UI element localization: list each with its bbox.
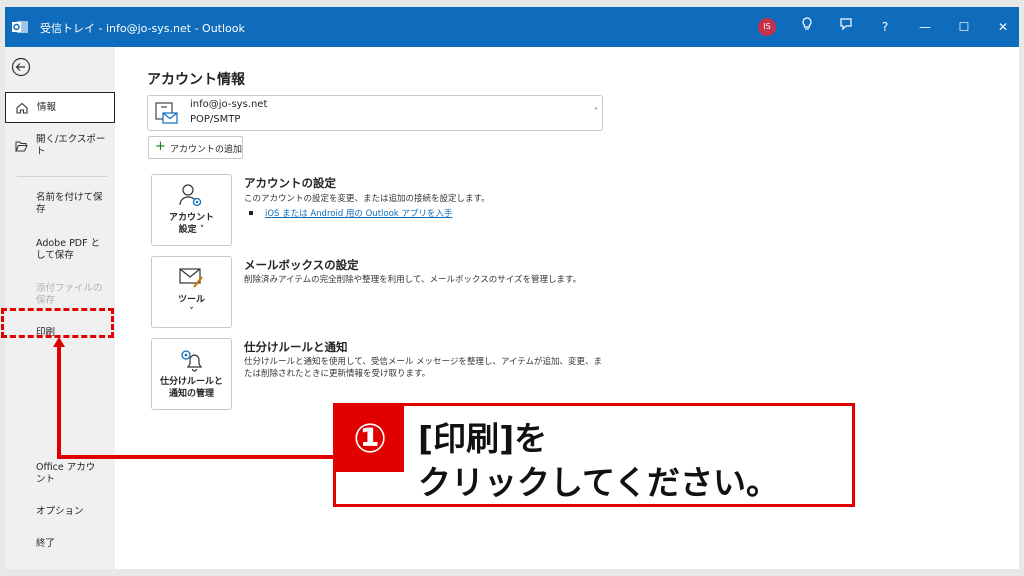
help-button[interactable]: ? (875, 17, 895, 37)
section-title: 仕分けルールと通知 (244, 340, 348, 354)
tile-label: 仕分けルールと (159, 377, 223, 387)
annotation-arrow-line (57, 345, 61, 459)
account-type: POP/SMTP (190, 114, 241, 125)
lightbulb-icon[interactable] (797, 17, 817, 37)
section-description: 削除済みアイテムの完全削除や整理を利用して、メールボックスのサイズを管理します。 (244, 275, 582, 285)
plus-icon: + (155, 139, 166, 154)
tile-label: ツール (177, 295, 205, 305)
sidebar-item-label: 終了 (36, 538, 56, 549)
mailbox-account-icon (155, 102, 178, 124)
tile-label: 設定 ˅ (178, 225, 205, 235)
minimize-button[interactable]: — (915, 17, 935, 37)
manage-rules-alerts-button[interactable]: 仕分けルールと 通知の管理 (151, 338, 232, 410)
tools-button[interactable]: ツール ˅ (151, 256, 232, 328)
section-description: 仕分けルールと通知を使用して、受信メール メッセージを整理し、アイテムが追加、変… (244, 357, 603, 379)
title-bar: 受信トレイ - info@jo-sys.net - Outlook IS ? —… (5, 7, 1019, 47)
account-settings-icon (179, 184, 202, 207)
sidebar-item-label: 開く/エクスポート (36, 134, 106, 157)
sidebar-item-open-export[interactable]: 開く/エクスポート (5, 131, 115, 165)
get-outlook-mobile-link[interactable]: iOS または Android 用の Outlook アプリを入手 (265, 207, 452, 219)
sidebar-item-exit[interactable]: 終了 (5, 534, 115, 558)
user-avatar[interactable]: IS (758, 18, 776, 36)
folder-open-icon (15, 141, 28, 152)
callout-line2: クリックしてください。 (418, 463, 780, 502)
sidebar-item-label: 名前を付けて保存 (36, 192, 103, 215)
maximize-button[interactable]: ☐ (954, 17, 974, 37)
mailbox-tools-icon (179, 268, 203, 288)
close-button[interactable]: ✕ (993, 17, 1013, 37)
sidebar-item-label: オプション (36, 506, 84, 517)
annotation-arrow-line (57, 455, 337, 459)
feedback-icon[interactable] (836, 17, 856, 37)
sidebar-divider (17, 176, 107, 177)
sidebar-item-save-attachments: 添付ファイルの保存 (5, 280, 115, 310)
sidebar-item-office-account[interactable]: Office アカウント (5, 459, 115, 489)
rules-alerts-icon (181, 350, 203, 372)
sidebar-item-label: 添付ファイルの保存 (36, 283, 103, 306)
section-description: このアカウントの設定を変更、または追加の接続を設定します。 (244, 194, 490, 204)
sidebar-item-label: Adobe PDF として保存 (36, 238, 101, 261)
window-title: 受信トレイ - info@jo-sys.net - Outlook (40, 22, 245, 35)
tile-label: アカウント (168, 213, 214, 223)
sidebar-item-options[interactable]: オプション (5, 502, 115, 526)
outlook-app-icon (12, 21, 28, 33)
instruction-callout: ① [印刷]を クリックしてください。 (333, 403, 855, 507)
chevron-down-icon: ˅ (594, 107, 598, 116)
step-number-badge: ① (336, 406, 404, 472)
sidebar-item-label: 情報 (37, 102, 57, 113)
section-title: メールボックスの設定 (244, 258, 359, 272)
sidebar-item-info[interactable]: 情報 (5, 92, 115, 123)
home-icon (16, 102, 28, 114)
callout-line1: [印刷]を (418, 419, 548, 458)
print-highlight-box (1, 308, 114, 338)
tile-label: 通知の管理 (168, 389, 214, 399)
section-title: アカウントの設定 (244, 176, 336, 190)
account-email: info@jo-sys.net (190, 99, 268, 110)
back-arrow-icon[interactable] (11, 57, 31, 77)
account-selector-dropdown[interactable]: info@jo-sys.net POP/SMTP ˅ (147, 95, 603, 131)
add-account-button[interactable]: + アカウントの追加 (148, 136, 243, 159)
sidebar-item-adobe-pdf[interactable]: Adobe PDF として保存 (5, 235, 115, 265)
sidebar-item-label: Office アカウント (36, 462, 96, 485)
bullet (249, 211, 253, 215)
add-account-label: アカウントの追加 (170, 145, 243, 155)
tile-label: ˅ (189, 307, 194, 317)
sidebar-item-save-as[interactable]: 名前を付けて保存 (5, 189, 115, 219)
page-title: アカウント情報 (147, 72, 245, 88)
account-settings-button[interactable]: アカウント 設定 ˅ (151, 174, 232, 246)
